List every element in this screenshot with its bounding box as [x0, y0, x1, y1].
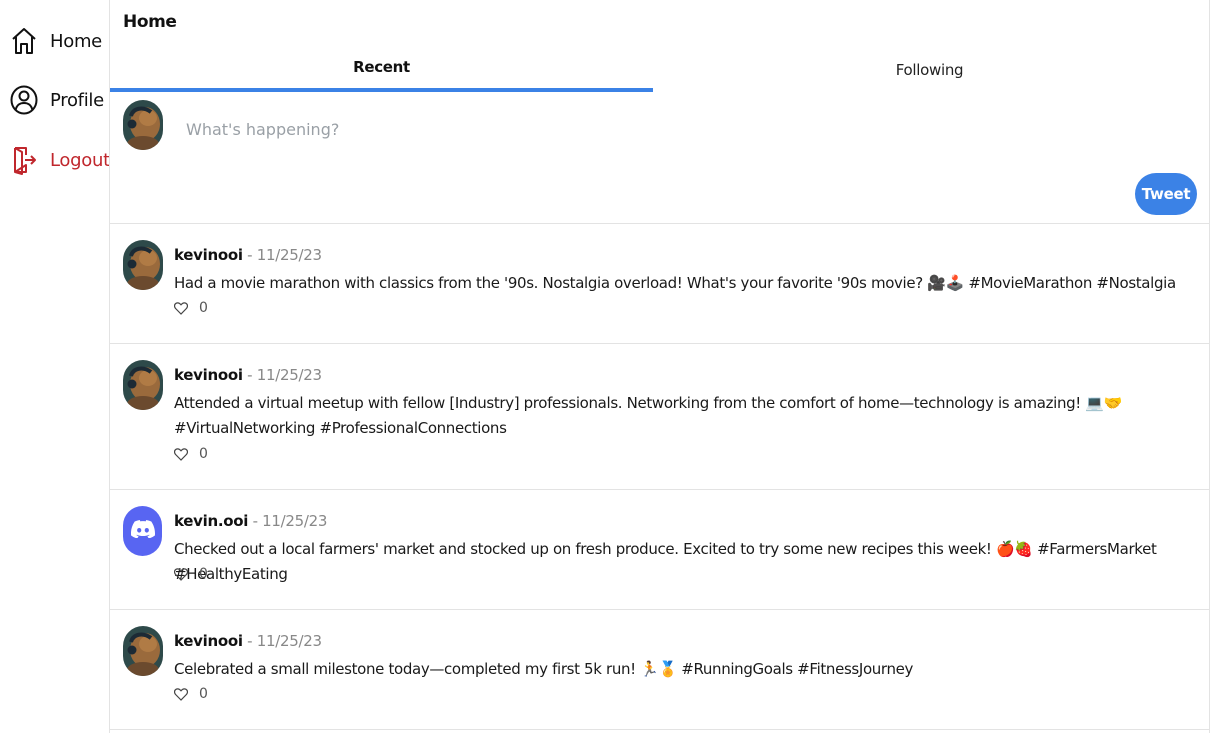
post-meta: kevinooi - 11/25/23 [174, 366, 322, 384]
avatar[interactable] [123, 506, 162, 556]
post-separator: - [247, 632, 253, 650]
tweet-composer: Tweet [110, 92, 1210, 224]
post-meta: kevin.ooi - 11/25/23 [174, 512, 327, 530]
post-item: kevin.ooi - 11/25/23 Checked out a local… [110, 490, 1210, 610]
compose-input[interactable] [186, 120, 886, 139]
avatar[interactable] [123, 240, 163, 290]
post-text: Attended a virtual meetup with fellow [I… [174, 394, 1123, 437]
post-separator: - [247, 366, 253, 384]
post-item: kevinooi - 11/25/23 Attended a virtual m… [110, 344, 1210, 490]
main-feed-column: Home Recent Following Tweet [109, 0, 1210, 733]
post-date: 11/25/23 [262, 512, 328, 530]
avatar [123, 100, 163, 150]
page-title: Home [123, 12, 177, 32]
post-author[interactable]: kevin.ooi [174, 512, 248, 530]
sidebar: Home Profile Logout [0, 0, 110, 733]
like-count: 0 [199, 446, 208, 462]
sidebar-item-label: Home [50, 30, 102, 52]
like-row: 0 [174, 446, 208, 462]
like-row: 0 [174, 300, 208, 316]
post-item: kevinooi - 11/25/23 Celebrated a small m… [110, 610, 1210, 730]
post-date: 11/25/23 [256, 246, 322, 264]
discord-icon [130, 519, 155, 543]
post-separator: - [252, 512, 258, 530]
heart-icon[interactable] [174, 446, 190, 462]
sidebar-item-profile[interactable]: Profile [10, 83, 104, 117]
user-circle-icon [10, 83, 38, 117]
post-date: 11/25/23 [256, 632, 322, 650]
like-count: 0 [199, 686, 208, 702]
heart-icon[interactable] [174, 566, 190, 582]
home-icon [10, 24, 38, 58]
post-author[interactable]: kevinooi [174, 246, 243, 264]
post-separator: - [247, 246, 253, 264]
post-meta: kevinooi - 11/25/23 [174, 246, 322, 264]
like-count: 0 [199, 566, 208, 582]
post-item: kevinooi - 11/25/23 Had a movie marathon… [110, 224, 1210, 344]
like-row: 0 [174, 566, 208, 582]
post-text: Checked out a local farmers' market and … [174, 540, 1157, 583]
sidebar-item-logout[interactable]: Logout [10, 143, 110, 177]
avatar[interactable] [123, 360, 163, 410]
heart-icon[interactable] [174, 300, 190, 316]
sidebar-item-label: Profile [50, 89, 104, 111]
post-author[interactable]: kevinooi [174, 366, 243, 384]
post-meta: kevinooi - 11/25/23 [174, 632, 322, 650]
like-count: 0 [199, 300, 208, 316]
tab-recent[interactable]: Recent [110, 50, 653, 92]
like-row: 0 [174, 686, 208, 702]
sidebar-item-label: Logout [50, 149, 110, 171]
post-date: 11/25/23 [256, 366, 322, 384]
logout-icon [10, 143, 38, 177]
feed-tabs: Recent Following [110, 50, 1210, 92]
post-author[interactable]: kevinooi [174, 632, 243, 650]
avatar[interactable] [123, 626, 163, 676]
tab-following[interactable]: Following [658, 50, 1201, 92]
tweet-button[interactable]: Tweet [1135, 173, 1197, 215]
post-text: Celebrated a small milestone today—compl… [174, 660, 914, 678]
sidebar-item-home[interactable]: Home [10, 24, 102, 58]
post-text: Had a movie marathon with classics from … [174, 274, 1176, 292]
heart-icon[interactable] [174, 686, 190, 702]
